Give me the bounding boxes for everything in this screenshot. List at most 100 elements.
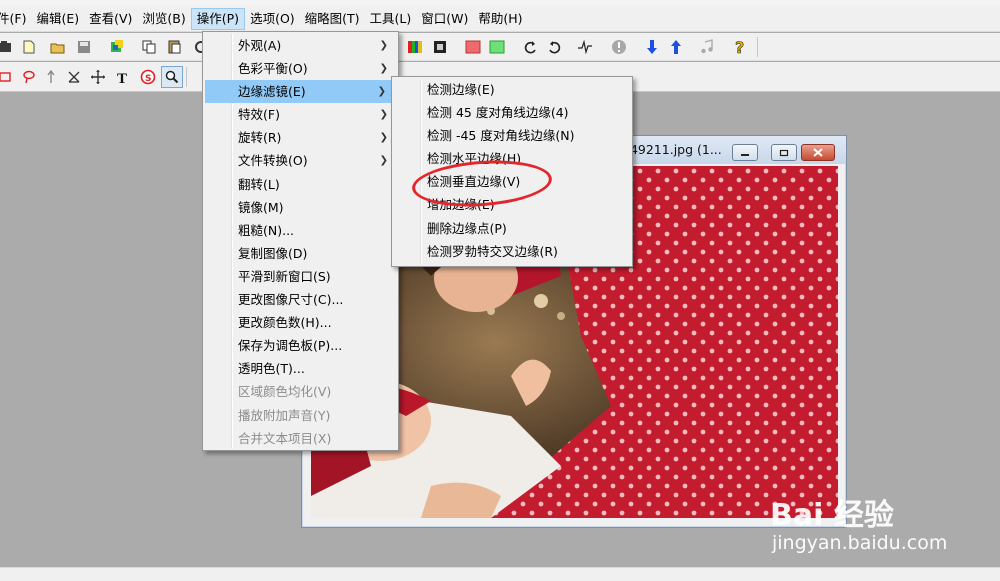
undo-icon[interactable] xyxy=(544,36,566,58)
text-tool-icon[interactable]: T xyxy=(112,66,134,88)
menu-item-transparent-color[interactable]: 透明色(T)... xyxy=(203,357,398,380)
copy-icon[interactable] xyxy=(138,36,160,58)
menu-item-flip[interactable]: 翻转(L) xyxy=(203,173,398,196)
menu-item-label: 边缘滤镜(E) xyxy=(238,84,306,100)
arrow-up-icon[interactable] xyxy=(665,36,687,58)
info-icon[interactable] xyxy=(608,36,630,58)
paste-icon[interactable] xyxy=(163,36,185,58)
menu-item-appearance[interactable]: 外观(A) ❯ xyxy=(203,34,398,57)
menu-help[interactable]: 帮助(H) xyxy=(473,8,527,30)
red-color-icon[interactable] xyxy=(462,36,484,58)
menu-tools[interactable]: 工具(L) xyxy=(365,8,417,30)
menu-item-label: 复制图像(D) xyxy=(238,245,308,261)
green-color-icon[interactable] xyxy=(486,36,508,58)
watermark-url: jingyan.baidu.com xyxy=(772,532,948,554)
menu-item-label: 检测罗勃特交叉边缘(R) xyxy=(427,243,558,259)
menu-item-label: 旋转(R) xyxy=(238,130,282,146)
menu-item-label: 特效(F) xyxy=(238,107,280,123)
menu-item-merge-text: 合并文本项目(X) xyxy=(203,427,398,450)
menu-item-label: 色彩平衡(O) xyxy=(238,61,308,77)
submenu-item-detect-45-edges[interactable]: 检测 45 度对角线边缘(4) xyxy=(392,101,632,124)
submenu-item-remove-edge-points[interactable]: 删除边缘点(P) xyxy=(392,217,632,240)
minimize-button[interactable] xyxy=(732,144,758,161)
submenu-item-detect-neg45-edges[interactable]: 检测 -45 度对角线边缘(N) xyxy=(392,124,632,147)
minimize-icon xyxy=(741,153,749,156)
menu-item-mirror[interactable]: 镜像(M) xyxy=(203,196,398,219)
close-icon xyxy=(813,148,823,157)
scan-icon[interactable] xyxy=(106,36,128,58)
menu-item-equalize-region: 区域颜色均化(V) xyxy=(203,380,398,403)
operation-menu: 外观(A) ❯ 色彩平衡(O) ❯ 边缘滤镜(E) ❯ 特效(F) ❯ 旋转(R) ❯ 文… xyxy=(202,31,399,451)
redo-icon[interactable] xyxy=(519,36,541,58)
submenu-arrow-icon: ❯ xyxy=(379,109,388,121)
menu-item-label: 文件转换(O) xyxy=(238,153,308,169)
new-file-icon[interactable] xyxy=(18,36,40,58)
menu-item-label: 平滑到新窗口(S) xyxy=(238,268,331,284)
menu-item-label: 检测边缘(E) xyxy=(427,82,495,97)
main-toolbar: ? xyxy=(0,33,1000,61)
restore-button[interactable] xyxy=(771,144,797,161)
toolbar-separator xyxy=(757,37,758,57)
menu-item-change-color-depth[interactable]: 更改颜色数(H)... xyxy=(203,311,398,334)
submenu-arrow-icon: ❯ xyxy=(379,40,388,51)
menu-window[interactable]: 窗口(W) xyxy=(416,8,473,30)
menu-item-label: 合并文本项目(X) xyxy=(238,430,332,446)
menu-thumbnails[interactable]: 缩略图(T) xyxy=(300,8,365,30)
menu-item-color-balance[interactable]: 色彩平衡(O) ❯ xyxy=(203,57,398,80)
menu-edit[interactable]: 编辑(E) xyxy=(31,8,84,30)
open-folder-icon[interactable] xyxy=(0,36,16,58)
color-palette-icon[interactable] xyxy=(404,36,426,58)
close-button[interactable] xyxy=(801,144,835,161)
menu-item-label: 更改图像尺寸(C)... xyxy=(238,292,344,308)
menu-item-roughen[interactable]: 粗糙(N)... xyxy=(203,219,398,242)
restore-icon xyxy=(779,149,789,156)
menu-options[interactable]: 选项(O) xyxy=(245,8,300,30)
zoom-icon[interactable] xyxy=(161,66,183,88)
menu-item-label: 播放附加声音(Y) xyxy=(238,407,331,423)
black-frame-icon[interactable] xyxy=(429,36,451,58)
menu-item-label: 删除边缘点(P) xyxy=(427,220,507,236)
menu-item-resize-image[interactable]: 更改图像尺寸(C)... xyxy=(203,288,398,311)
open-icon[interactable] xyxy=(47,36,69,58)
svg-text:S: S xyxy=(145,74,151,84)
submenu-arrow-icon: ❯ xyxy=(379,132,388,144)
status-bar xyxy=(0,567,1000,581)
menu-item-label: 保存为调色板(P)... xyxy=(238,338,343,354)
menu-item-smooth-new-window[interactable]: 平滑到新窗口(S) xyxy=(203,265,398,288)
stamp-icon[interactable]: S xyxy=(137,66,159,88)
arrow-down-icon[interactable] xyxy=(641,36,663,58)
histogram-icon[interactable] xyxy=(574,36,596,58)
submenu-arrow-icon: ❯ xyxy=(379,63,388,75)
music-note-icon[interactable] xyxy=(696,36,718,58)
menu-item-file-convert[interactable]: 文件转换(O) ❯ xyxy=(203,149,398,172)
menu-item-effects[interactable]: 特效(F) ❯ xyxy=(203,103,398,126)
menu-view[interactable]: 查看(V) xyxy=(84,8,137,30)
menu-item-label: 外观(A) xyxy=(238,38,282,53)
save-icon[interactable] xyxy=(73,36,95,58)
help-icon[interactable]: ? xyxy=(729,36,751,58)
crop-icon[interactable] xyxy=(63,66,85,88)
move-icon[interactable] xyxy=(87,66,109,88)
lasso-icon[interactable] xyxy=(18,66,40,88)
baidu-jingyan-watermark: Bai 经验 jingyan.baidu.com xyxy=(770,474,980,564)
line-arrow-icon[interactable] xyxy=(40,66,62,88)
rectangle-select-icon[interactable] xyxy=(0,66,16,88)
menu-item-label: 更改颜色数(H)... xyxy=(238,315,332,331)
menu-item-label: 透明色(T)... xyxy=(238,361,305,377)
menu-file[interactable]: 件(F) xyxy=(0,8,31,30)
submenu-item-detect-roberts-edges[interactable]: 检测罗勃特交叉边缘(R) xyxy=(392,240,632,263)
menu-item-label: 检测 -45 度对角线边缘(N) xyxy=(427,128,575,144)
menu-item-edge-filter[interactable]: 边缘滤镜(E) ❯ xyxy=(205,80,396,104)
menubar: 件(F) 编辑(E) 查看(V) 浏览(B) 操作(P) 选项(O) 缩略图(T… xyxy=(0,6,1000,32)
menu-item-label: 镜像(M) xyxy=(238,199,284,215)
svg-text:?: ? xyxy=(735,39,744,55)
menu-browse[interactable]: 浏览(B) xyxy=(137,8,190,30)
menu-operation[interactable]: 操作(P) xyxy=(190,7,246,30)
submenu-item-detect-edges[interactable]: 检测边缘(E) xyxy=(392,78,632,101)
menu-item-duplicate-image[interactable]: 复制图像(D) xyxy=(203,242,398,265)
menu-item-label: 区域颜色均化(V) xyxy=(238,384,332,400)
image-window-title: 249211.jpg (1... xyxy=(622,142,722,157)
menu-item-label: 粗糙(N)... xyxy=(238,222,295,238)
menu-item-save-palette[interactable]: 保存为调色板(P)... xyxy=(203,334,398,357)
menu-item-rotate[interactable]: 旋转(R) ❯ xyxy=(203,126,398,149)
